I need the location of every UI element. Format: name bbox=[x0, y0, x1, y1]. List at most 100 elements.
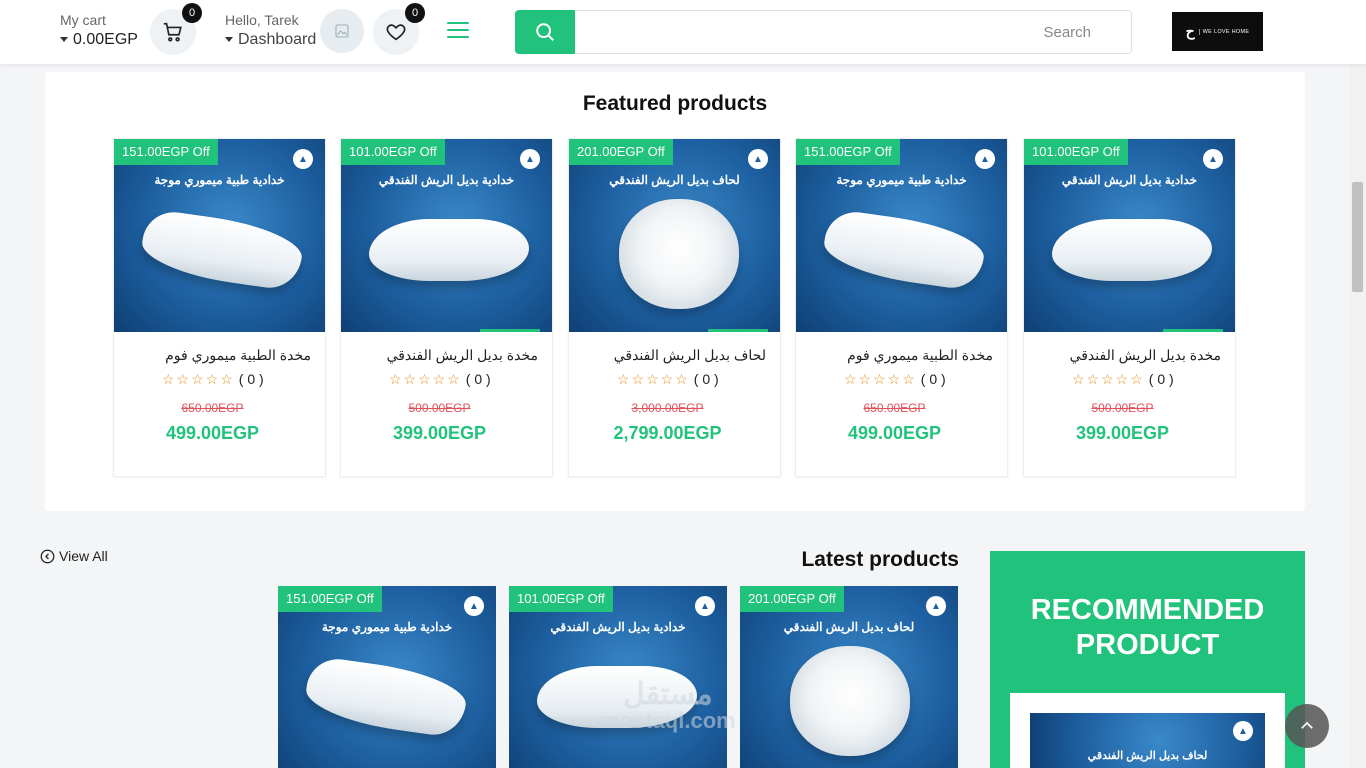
product-price: 499.00EGP bbox=[165, 423, 260, 443]
product-card[interactable]: 101.00EGP Off ▲ خدادية بديل الريش الفندقي م… bbox=[340, 138, 553, 477]
watermark: مستقل mostaql.com bbox=[600, 678, 736, 734]
cart-total[interactable]: 0.00EGP bbox=[60, 31, 150, 49]
product-image[interactable]: 101.00EGP Off ▲ خدادية بديل الريش الفندقي bbox=[341, 139, 552, 332]
site-header: My cart 0.00EGP 0 Hello, Tarek Dashboard… bbox=[0, 0, 1366, 64]
star-icons: ☆☆☆☆☆ bbox=[162, 371, 235, 387]
caret-down-icon bbox=[225, 37, 233, 43]
rating-stars: ☆☆☆☆☆( 0 ) bbox=[162, 371, 264, 388]
dashboard-label: Dashboard bbox=[238, 31, 317, 48]
recommended-title: RECOMMENDED PRODUCT bbox=[1030, 594, 1265, 661]
product-card[interactable]: 151.00EGP Off ▲ خدادية طبية ميموري موجة مخد… bbox=[795, 138, 1008, 477]
cart-button[interactable]: 0 bbox=[150, 3, 202, 55]
product-image[interactable]: 151.00EGP Off ▲ خدادية طبية ميموري موجة bbox=[278, 586, 496, 768]
logo-tagline: WE LOVE HOME bbox=[1198, 28, 1250, 35]
image-accent-strip bbox=[1163, 329, 1223, 332]
old-price: 650.00EGP bbox=[181, 401, 244, 415]
image-accent-strip bbox=[708, 329, 768, 332]
product-duvet-illustration bbox=[790, 646, 910, 756]
image-caption: لحاف بديل الريش الفندقي bbox=[783, 620, 915, 634]
product-duvet-illustration bbox=[619, 199, 739, 309]
product-price: 2,799.00EGP bbox=[613, 423, 722, 443]
product-image[interactable]: 101.00EGP Off ▲ خدادية بديل الريش الفندقي bbox=[509, 586, 727, 768]
menu-icon[interactable] bbox=[447, 22, 469, 40]
brand-mark-icon: ▲ bbox=[695, 596, 715, 616]
recommended-image-caption: لحاف بديل الريش الفندقي bbox=[1087, 750, 1208, 762]
latest-product-card[interactable]: 201.00EGP Off ▲ لحاف بديل الريش الفندقي bbox=[740, 586, 958, 768]
latest-product-card[interactable]: 151.00EGP Off ▲ خدادية طبية ميموري موجة bbox=[278, 586, 496, 768]
wishlist-button[interactable]: 0 bbox=[373, 3, 425, 55]
image-caption: لحاف بديل الريش الفندقي bbox=[609, 173, 740, 187]
search-button[interactable] bbox=[515, 10, 575, 54]
caret-down-icon bbox=[60, 37, 68, 43]
product-image[interactable]: 101.00EGP Off ▲ خدادية بديل الريش الفندقي bbox=[1024, 139, 1235, 332]
image-placeholder-icon bbox=[335, 24, 349, 38]
product-image[interactable]: 151.00EGP Off ▲ خدادية طبية ميموري موجة bbox=[114, 139, 325, 332]
image-caption: خدادية بديل الريش الفندقي bbox=[1061, 173, 1198, 187]
image-caption: خدادية طبية ميموري موجة bbox=[154, 173, 285, 187]
product-card[interactable]: 151.00EGP Off ▲ خدادية طبية ميموري موجة مخد… bbox=[113, 138, 326, 477]
cart-total-value: 0.00EGP bbox=[73, 31, 138, 48]
heart-icon bbox=[386, 24, 406, 41]
cart-summary[interactable]: My cart 0.00EGP bbox=[60, 12, 150, 49]
latest-title: Latest products bbox=[801, 548, 959, 571]
discount-badge: 201.00EGP Off bbox=[740, 586, 844, 612]
image-accent-strip bbox=[480, 329, 540, 332]
rating-stars: ☆☆☆☆☆( 0 ) bbox=[389, 371, 491, 388]
rating-stars: ☆☆☆☆☆( 0 ) bbox=[1072, 371, 1174, 388]
discount-badge: 151.00EGP Off bbox=[796, 139, 900, 165]
star-icons: ☆☆☆☆☆ bbox=[1072, 371, 1145, 387]
logo-mark: ح bbox=[1185, 23, 1195, 39]
product-pillow-illustration bbox=[820, 208, 988, 292]
recommended-product-image: ▲ لحاف بديل الريش الفندقي bbox=[1030, 713, 1265, 768]
product-pillow-illustration bbox=[1052, 219, 1212, 281]
recommended-product-card[interactable]: ▲ لحاف بديل الريش الفندقي bbox=[1010, 693, 1285, 768]
product-image[interactable]: 201.00EGP Off ▲ لحاف بديل الريش الفندقي bbox=[569, 139, 780, 332]
product-name[interactable]: مخدة الطبية ميموري فوم bbox=[803, 347, 993, 364]
page-scrollbar[interactable] bbox=[1349, 64, 1366, 768]
product-pillow-illustration bbox=[138, 208, 306, 292]
product-card[interactable]: 101.00EGP Off ▲ خدادية بديل الريش الفندقي م… bbox=[1023, 138, 1236, 477]
image-caption: خدادية بديل الريش الفندقي bbox=[378, 173, 515, 187]
discount-badge: 201.00EGP Off bbox=[569, 139, 673, 165]
brand-mark-icon: ▲ bbox=[464, 596, 484, 616]
product-name[interactable]: مخدة الطبية ميموري فوم bbox=[121, 347, 311, 364]
rating-count: ( 0 ) bbox=[465, 371, 491, 387]
product-card[interactable]: 201.00EGP Off ▲ لحاف بديل الريش الفندقي لحا… bbox=[568, 138, 781, 477]
cart-count-badge: 0 bbox=[182, 3, 202, 23]
search-input[interactable] bbox=[575, 10, 1132, 54]
brand-mark-icon: ▲ bbox=[293, 149, 313, 169]
product-name[interactable]: مخدة بديل الريش الفندقي bbox=[348, 347, 538, 364]
product-image[interactable]: 151.00EGP Off ▲ خدادية طبية ميموري موجة bbox=[796, 139, 1007, 332]
scroll-to-top-button[interactable] bbox=[1285, 704, 1329, 748]
view-all-link[interactable]: View All bbox=[40, 548, 108, 564]
rating-count: ( 0 ) bbox=[920, 371, 946, 387]
featured-section: Featured products 151.00EGP Off ▲ خدادية ط… bbox=[45, 72, 1305, 511]
product-price: 399.00EGP bbox=[1075, 423, 1170, 443]
product-image[interactable]: 201.00EGP Off ▲ لحاف بديل الريش الفندقي bbox=[740, 586, 958, 768]
chevron-left-circle-icon bbox=[40, 549, 55, 563]
dashboard-link[interactable]: Dashboard bbox=[225, 31, 316, 49]
product-name[interactable]: مخدة بديل الريش الفندقي bbox=[1031, 347, 1221, 364]
featured-title: Featured products bbox=[582, 92, 768, 115]
product-name[interactable]: لحاف بديل الريش الفندقي bbox=[576, 347, 766, 364]
product-price: 499.00EGP bbox=[847, 423, 942, 443]
product-pillow-illustration bbox=[302, 655, 470, 739]
discount-badge: 101.00EGP Off bbox=[341, 139, 445, 165]
cart-icon bbox=[163, 22, 182, 42]
discount-badge: 101.00EGP Off bbox=[509, 586, 613, 612]
avatar[interactable] bbox=[320, 9, 364, 53]
user-menu[interactable]: Hello, Tarek Dashboard bbox=[225, 12, 316, 49]
brand-mark-icon: ▲ bbox=[975, 149, 995, 169]
image-caption: خدادية طبية ميموري موجة bbox=[321, 620, 453, 634]
rating-stars: ☆☆☆☆☆( 0 ) bbox=[617, 371, 719, 388]
rating-count: ( 0 ) bbox=[693, 371, 719, 387]
old-price: 500.00EGP bbox=[408, 401, 471, 415]
chevron-up-icon bbox=[1301, 721, 1313, 729]
brand-mark-icon: ▲ bbox=[1203, 149, 1223, 169]
scrollbar-thumb[interactable] bbox=[1352, 182, 1363, 292]
site-logo[interactable]: ح WE LOVE HOME bbox=[1172, 12, 1263, 51]
discount-badge: 151.00EGP Off bbox=[278, 586, 382, 612]
latest-product-card[interactable]: 101.00EGP Off ▲ خدادية بديل الريش الفندقي bbox=[509, 586, 727, 768]
wishlist-count-badge: 0 bbox=[405, 3, 425, 23]
discount-badge: 101.00EGP Off bbox=[1024, 139, 1128, 165]
